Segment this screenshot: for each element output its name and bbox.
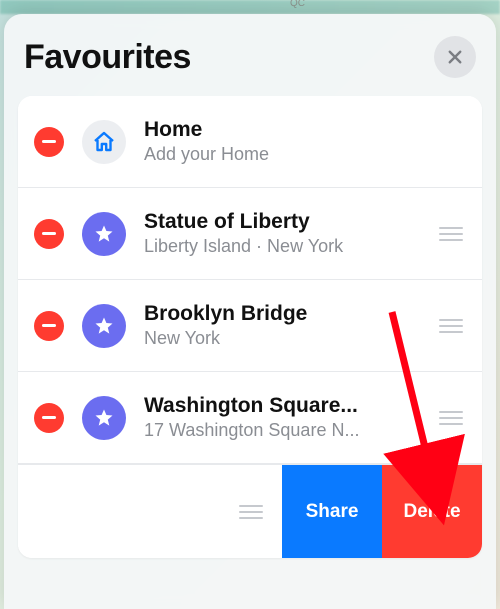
list-item-title: Home — [144, 118, 466, 142]
star-badge — [82, 396, 126, 440]
close-button[interactable] — [434, 36, 476, 78]
favourites-sheet: Favourites Home Add your Home — [4, 14, 496, 609]
reorder-handle[interactable] — [436, 319, 466, 333]
remove-button[interactable] — [34, 219, 64, 249]
star-icon — [92, 222, 116, 246]
remove-button[interactable] — [34, 403, 64, 433]
star-icon — [92, 314, 116, 338]
reorder-handle[interactable] — [436, 411, 466, 425]
map-background: QC Favourites Home Add your Home — [0, 0, 500, 609]
list-item-subtitle: Liberty Island · New York — [144, 236, 426, 257]
reorder-handle[interactable] — [236, 505, 266, 519]
home-badge — [82, 120, 126, 164]
list-item-title: Central Termi... — [18, 488, 226, 512]
page-title: Favourites — [24, 38, 191, 77]
list-item-subtitle: rk — [18, 514, 226, 535]
list-item-subtitle: New York — [144, 328, 426, 349]
list-item[interactable]: Washington Square... 17 Washington Squar… — [18, 372, 482, 464]
swipe-actions: Share Delete — [282, 465, 482, 558]
list-item-text: Brooklyn Bridge New York — [144, 302, 426, 349]
map-peek — [0, 0, 500, 14]
list-item-subtitle: 17 Washington Square N... — [144, 420, 426, 441]
list-item[interactable]: Brooklyn Bridge New York — [18, 280, 482, 372]
remove-button[interactable] — [34, 127, 64, 157]
list-item[interactable]: Home Add your Home — [18, 96, 482, 188]
delete-button[interactable]: Delete — [382, 465, 482, 558]
list-item-swiped[interactable]: Share Delete Central Termi... rk — [18, 464, 482, 558]
list-item[interactable]: Statue of Liberty Liberty Island · New Y… — [18, 188, 482, 280]
star-badge — [82, 212, 126, 256]
sheet-header: Favourites — [4, 14, 496, 88]
list-item-text: Home Add your Home — [144, 118, 466, 165]
list-item-title: Washington Square... — [144, 394, 426, 418]
star-icon — [92, 406, 116, 430]
list-item-title: Statue of Liberty — [144, 210, 426, 234]
list-item-subtitle: Add your Home — [144, 144, 466, 165]
favourites-list: Home Add your Home Statue of Liberty Lib… — [18, 96, 482, 558]
reorder-handle[interactable] — [436, 227, 466, 241]
list-item-text: Central Termi... rk — [18, 488, 226, 535]
remove-button[interactable] — [34, 311, 64, 341]
swiped-row-content: Central Termi... rk — [18, 465, 282, 558]
list-item-text: Washington Square... 17 Washington Squar… — [144, 394, 426, 441]
list-item-text: Statue of Liberty Liberty Island · New Y… — [144, 210, 426, 257]
map-label: QC — [290, 0, 305, 9]
close-icon — [446, 48, 464, 66]
home-icon — [92, 130, 116, 154]
list-item-title: Brooklyn Bridge — [144, 302, 426, 326]
star-badge — [82, 304, 126, 348]
share-button[interactable]: Share — [282, 465, 382, 558]
